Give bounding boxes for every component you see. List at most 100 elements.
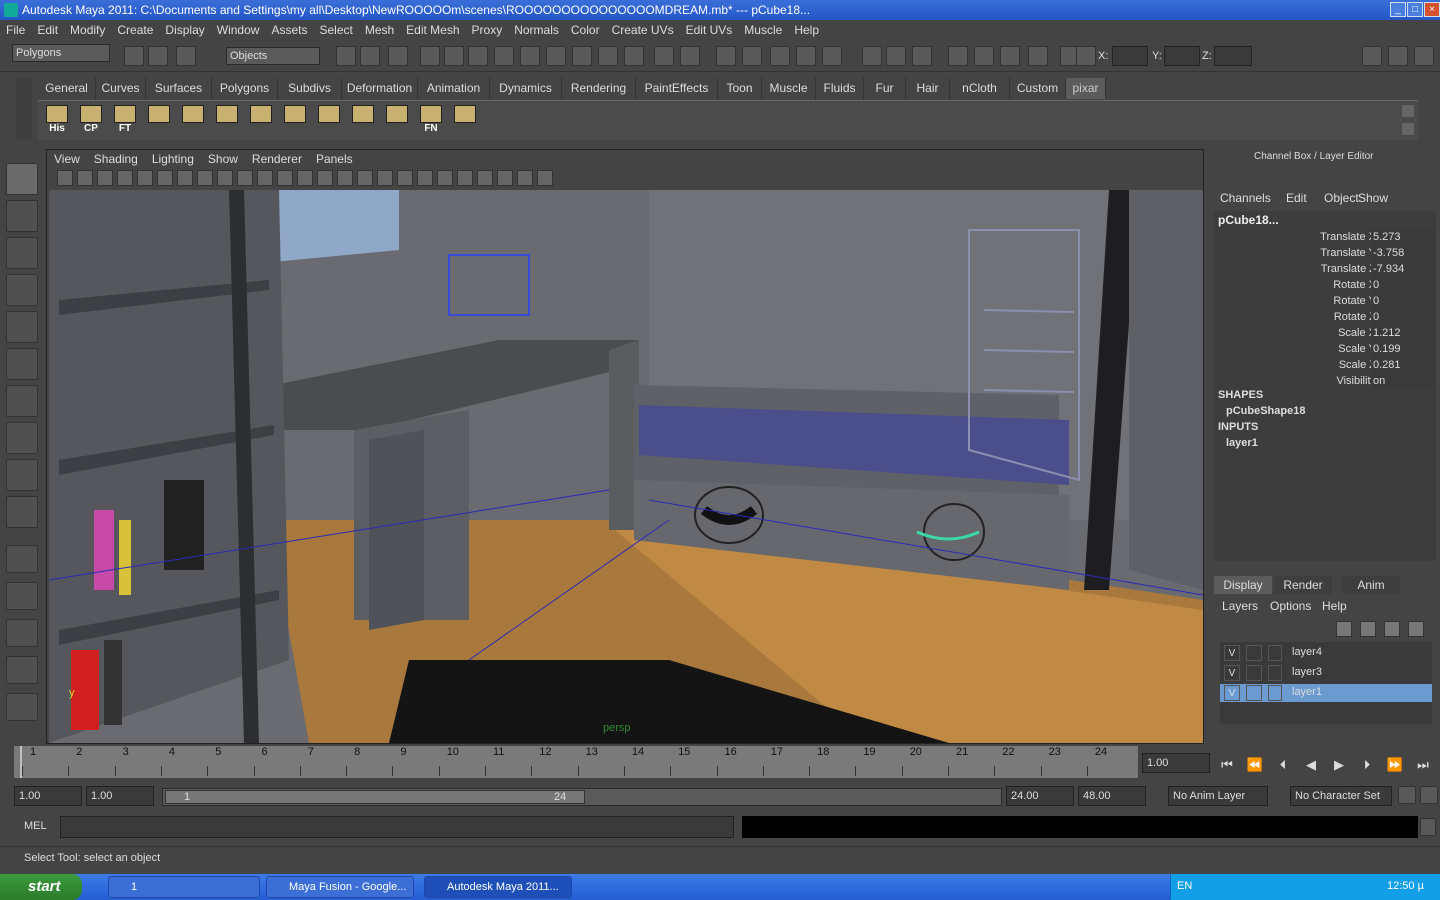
last-tool-icon[interactable] [6, 496, 38, 528]
shelf-button[interactable]: FN [416, 105, 446, 137]
new-layer-icon[interactable] [1336, 621, 1352, 637]
layer-color-swatch[interactable] [1268, 685, 1282, 701]
playback-end-field[interactable]: 24.00 [1006, 786, 1074, 806]
viewport-toolbar-icon[interactable] [277, 170, 293, 186]
layer-playback-toggle[interactable] [1246, 645, 1262, 661]
menu-select[interactable]: Select [313, 20, 358, 40]
status-tool-icon[interactable] [444, 46, 464, 66]
manipulator-tool-icon[interactable] [6, 385, 38, 417]
status-tool-icon[interactable] [572, 46, 592, 66]
status-tool-icon[interactable] [624, 46, 644, 66]
status-tool-icon[interactable] [680, 46, 700, 66]
viewport-toolbar-icon[interactable] [177, 170, 193, 186]
script-editor-icon[interactable] [1420, 818, 1436, 836]
time-slider[interactable]: 1 2 3 4 5 6 7 8 9 10 11 12 13 14 15 16 17 18 19 20 21 22 23 24 [14, 746, 1138, 778]
menu-edit-uvs[interactable]: Edit UVs [680, 20, 739, 40]
channel-menu-edit[interactable]: Edit [1286, 191, 1307, 205]
channel-menu-channels[interactable]: Channels [1220, 191, 1271, 205]
play-forwards-icon[interactable]: ▶ [1330, 756, 1348, 774]
viewport-menu-show[interactable]: Show [201, 150, 245, 168]
shelf-button[interactable] [280, 105, 310, 137]
channel-row[interactable]: Translate Z -7.934 [1214, 261, 1440, 277]
status-tool-icon[interactable] [654, 46, 674, 66]
end-time-field[interactable]: 48.00 [1078, 786, 1146, 806]
shelf-button[interactable] [178, 105, 208, 137]
viewport-toolbar-icon[interactable] [217, 170, 233, 186]
shelf-tab-general[interactable]: General [38, 78, 96, 99]
viewport-menu-shading[interactable]: Shading [87, 150, 145, 168]
layer-visibility-toggle[interactable]: V [1224, 665, 1240, 681]
shelf-tab-animation[interactable]: Animation [418, 78, 490, 99]
menu-file[interactable]: File [0, 20, 31, 40]
layer-visibility-toggle[interactable]: V [1224, 645, 1240, 661]
shelf-button[interactable] [144, 105, 174, 137]
mel-input[interactable] [60, 816, 734, 838]
status-tool-icon[interactable] [716, 46, 736, 66]
status-tool-icon[interactable] [420, 46, 440, 66]
layer-playback-toggle[interactable] [1246, 665, 1262, 681]
channel-value[interactable]: 0 [1371, 293, 1435, 309]
status-tool-icon[interactable] [598, 46, 618, 66]
status-tool-icon[interactable] [886, 46, 906, 66]
menu-create-uvs[interactable]: Create UVs [606, 20, 680, 40]
status-tool-icon[interactable] [948, 46, 968, 66]
range-slider-track[interactable]: 1 24 [162, 788, 1002, 806]
menu-proxy[interactable]: Proxy [466, 20, 509, 40]
step-forward-key-icon[interactable]: ⏩ [1386, 756, 1404, 774]
status-tool-icon[interactable] [360, 46, 380, 66]
scale-tool-icon[interactable] [6, 348, 38, 380]
shelf-tab-fluids[interactable]: Fluids [816, 78, 864, 99]
shelf-button[interactable]: CP [76, 105, 106, 137]
viewport-toolbar-icon[interactable] [157, 170, 173, 186]
status-tool-icon[interactable] [862, 46, 882, 66]
attribute-editor-icon[interactable] [1362, 46, 1382, 66]
channel-row[interactable]: Translate X 5.273 [1214, 229, 1440, 245]
viewport-toolbar-icon[interactable] [317, 170, 333, 186]
menu-create[interactable]: Create [111, 20, 159, 40]
layer-menu-options[interactable]: Options [1270, 599, 1311, 613]
status-tool-icon[interactable] [822, 46, 842, 66]
move-tool-icon[interactable] [6, 274, 38, 306]
status-tool-icon[interactable] [388, 46, 408, 66]
status-tool-icon[interactable] [974, 46, 994, 66]
outliner-layout-icon[interactable] [6, 619, 38, 647]
viewport-toolbar-icon[interactable] [417, 170, 433, 186]
viewport-toolbar-icon[interactable] [237, 170, 253, 186]
shelf-button[interactable] [382, 105, 412, 137]
channel-row[interactable]: Scale Z 0.281 [1214, 357, 1440, 373]
viewport-toolbar-icon[interactable] [137, 170, 153, 186]
single-pane-layout-icon[interactable] [6, 545, 38, 573]
save-scene-icon[interactable] [176, 46, 196, 66]
viewport-toolbar-icon[interactable] [57, 170, 73, 186]
layer-row[interactable]: Vlayer4 [1220, 644, 1432, 662]
maximize-button[interactable]: □ [1407, 2, 1423, 17]
shelf-tab-custom[interactable]: Custom [1010, 78, 1066, 99]
viewport-toolbar-icon[interactable] [377, 170, 393, 186]
menu-window[interactable]: Window [211, 20, 266, 40]
viewport-toolbar-icon[interactable] [297, 170, 313, 186]
layer-move-down-icon[interactable] [1408, 621, 1424, 637]
layer-tab-render[interactable]: Render [1274, 576, 1332, 594]
layer-name[interactable]: layer1 [1292, 686, 1322, 698]
channel-menu-show[interactable]: Show [1358, 191, 1388, 205]
viewport-toolbar-icon[interactable] [197, 170, 213, 186]
input-name[interactable]: layer1 [1226, 437, 1258, 449]
shelf-tab-pixar[interactable]: pixar [1066, 78, 1106, 99]
shelf-button[interactable] [314, 105, 344, 137]
taskbar-item-explorer[interactable]: 1 [108, 876, 260, 898]
status-tool-icon[interactable] [796, 46, 816, 66]
channel-box-icon[interactable] [1414, 46, 1434, 66]
viewport-toolbar-icon[interactable] [477, 170, 493, 186]
menuset-dropdown[interactable]: Polygons [12, 44, 110, 62]
shelf-tab-curves[interactable]: Curves [96, 78, 146, 99]
layer-row[interactable]: Vlayer3 [1220, 664, 1432, 682]
shelf-tab-fur[interactable]: Fur [864, 78, 906, 99]
status-tool-icon[interactable] [546, 46, 566, 66]
status-tool-icon[interactable] [770, 46, 790, 66]
viewport-toolbar-icon[interactable] [117, 170, 133, 186]
y-input[interactable] [1164, 46, 1200, 66]
play-backwards-icon[interactable]: ◀ [1302, 756, 1320, 774]
object-name[interactable]: pCube18... [1218, 213, 1279, 227]
shelf-tab-subdivs[interactable]: Subdivs [278, 78, 342, 99]
layer-row[interactable]: Vlayer1 [1220, 684, 1432, 702]
